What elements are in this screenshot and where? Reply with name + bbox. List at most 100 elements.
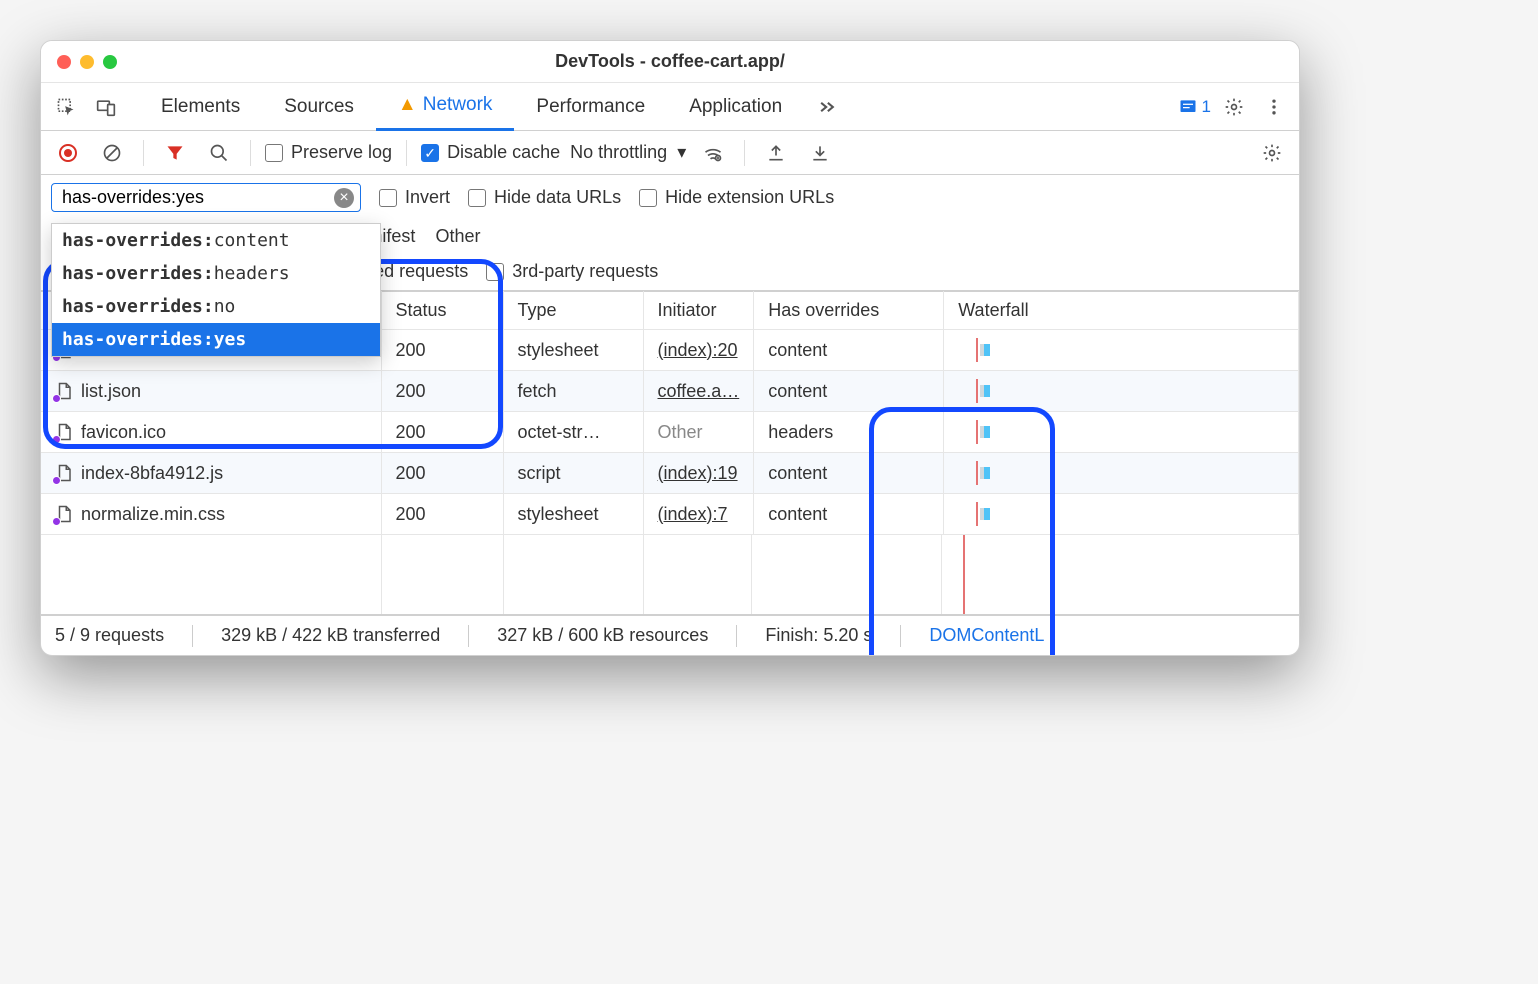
autocomplete-option[interactable]: has-overrides:yes [52, 323, 380, 356]
request-status: 200 [381, 330, 503, 371]
tab-sources[interactable]: Sources [262, 83, 376, 131]
third-party-checkbox[interactable]: 3rd-party requests [486, 261, 658, 282]
traffic-lights [57, 55, 117, 69]
request-has-overrides: headers [754, 412, 944, 453]
file-icon [55, 380, 73, 402]
download-har-icon[interactable] [803, 136, 837, 170]
request-has-overrides: content [754, 330, 944, 371]
preserve-log-label: Preserve log [291, 142, 392, 163]
table-row[interactable]: favicon.ico200octet-str…Otherheaders [41, 412, 1299, 453]
waterfall-bar [958, 502, 1284, 526]
request-name: list.json [81, 381, 141, 402]
checkbox-icon [468, 189, 486, 207]
disable-cache-checkbox[interactable]: Disable cache [421, 142, 560, 163]
request-type: script [503, 453, 643, 494]
kebab-menu-icon[interactable] [1257, 90, 1291, 124]
device-toggle-icon[interactable] [89, 90, 123, 124]
zoom-window-button[interactable] [103, 55, 117, 69]
table-row[interactable]: list.json200fetchcoffee.a…content [41, 371, 1299, 412]
panel-settings-gear-icon[interactable] [1255, 136, 1289, 170]
titlebar: DevTools - coffee-cart.app/ [41, 41, 1299, 83]
file-icon [55, 503, 73, 525]
status-requests: 5 / 9 requests [55, 625, 164, 646]
col-has-overrides[interactable]: Has overrides [754, 292, 944, 330]
clear-filter-icon[interactable] [334, 188, 354, 208]
minimize-window-button[interactable] [80, 55, 94, 69]
autocomplete-option[interactable]: has-overrides:no [52, 290, 380, 323]
filter-toggle-icon[interactable] [158, 136, 192, 170]
checkbox-icon [379, 189, 397, 207]
waterfall-bar [958, 461, 1284, 485]
devtools-window: DevTools - coffee-cart.app/ Elements Sou… [40, 40, 1300, 656]
chevron-down-icon: ▾ [677, 142, 686, 163]
waterfall-bar [958, 338, 1284, 362]
type-filter-other[interactable]: Other [435, 226, 480, 247]
table-empty-area [41, 535, 1299, 615]
filter-autocomplete: has-overrides:contenthas-overrides:heade… [51, 223, 381, 357]
request-name: normalize.min.css [81, 504, 225, 525]
search-icon[interactable] [202, 136, 236, 170]
table-row[interactable]: normalize.min.css200stylesheet(index):7c… [41, 494, 1299, 535]
throttling-value: No throttling [570, 142, 667, 163]
tab-elements[interactable]: Elements [139, 83, 262, 131]
hide-data-urls-label: Hide data URLs [494, 187, 621, 208]
tab-network-label: Network [423, 94, 493, 116]
main-tabs-row: Elements Sources ▲ Network Performance A… [41, 83, 1299, 131]
more-tabs-chevron-icon[interactable] [810, 90, 844, 124]
checkbox-icon [265, 144, 283, 162]
request-status: 200 [381, 453, 503, 494]
request-name: index-8bfa4912.js [81, 463, 223, 484]
invert-checkbox[interactable]: Invert [379, 187, 450, 208]
settings-gear-icon[interactable] [1217, 90, 1251, 124]
panel-tabs: Elements Sources ▲ Network Performance A… [139, 83, 804, 131]
col-type[interactable]: Type [503, 292, 643, 330]
request-type: stylesheet [503, 494, 643, 535]
request-initiator[interactable]: (index):20 [643, 330, 754, 371]
col-status[interactable]: Status [381, 292, 503, 330]
network-conditions-icon[interactable] [696, 136, 730, 170]
record-button[interactable] [51, 136, 85, 170]
request-initiator[interactable]: (index):19 [643, 453, 754, 494]
waterfall-bar [958, 379, 1284, 403]
hide-extension-urls-checkbox[interactable]: Hide extension URLs [639, 187, 834, 208]
request-status: 200 [381, 371, 503, 412]
third-party-label: 3rd-party requests [512, 261, 658, 282]
request-initiator[interactable]: coffee.a… [643, 371, 754, 412]
col-waterfall[interactable]: Waterfall [944, 292, 1299, 330]
table-row[interactable]: index-8bfa4912.js200script(index):19cont… [41, 453, 1299, 494]
request-initiator[interactable]: (index):7 [643, 494, 754, 535]
upload-har-icon[interactable] [759, 136, 793, 170]
inspect-icon[interactable] [49, 90, 83, 124]
status-transferred: 329 kB / 422 kB transferred [221, 625, 440, 646]
autocomplete-option[interactable]: has-overrides:content [52, 224, 380, 257]
hide-data-urls-checkbox[interactable]: Hide data URLs [468, 187, 621, 208]
request-status: 200 [381, 412, 503, 453]
filter-input-wrap [51, 183, 361, 212]
file-icon [55, 421, 73, 443]
preserve-log-checkbox[interactable]: Preserve log [265, 142, 392, 163]
hide-extension-urls-label: Hide extension URLs [665, 187, 834, 208]
throttling-select[interactable]: No throttling ▾ [570, 142, 686, 163]
tab-performance[interactable]: Performance [514, 83, 667, 131]
waterfall-bar [958, 420, 1284, 444]
status-finish: Finish: 5.20 s [765, 625, 872, 646]
checkbox-checked-icon [421, 144, 439, 162]
invert-label: Invert [405, 187, 450, 208]
request-initiator[interactable]: Other [643, 412, 754, 453]
network-toolbar: Preserve log Disable cache No throttling… [41, 131, 1299, 175]
close-window-button[interactable] [57, 55, 71, 69]
checkbox-icon [639, 189, 657, 207]
tab-application[interactable]: Application [667, 83, 804, 131]
status-bar: 5 / 9 requests 329 kB / 422 kB transferr… [41, 615, 1299, 655]
filter-input[interactable] [60, 186, 330, 209]
filter-bar: has-overrides:contenthas-overrides:heade… [41, 175, 1299, 291]
col-initiator[interactable]: Initiator [643, 292, 754, 330]
window-title: DevTools - coffee-cart.app/ [57, 51, 1283, 72]
autocomplete-option[interactable]: has-overrides:headers [52, 257, 380, 290]
tab-network[interactable]: ▲ Network [376, 83, 515, 131]
issues-counter[interactable]: 1 [1178, 97, 1211, 117]
file-icon [55, 462, 73, 484]
status-dcl: DOMContentL [929, 625, 1044, 646]
clear-button[interactable] [95, 136, 129, 170]
request-has-overrides: content [754, 371, 944, 412]
